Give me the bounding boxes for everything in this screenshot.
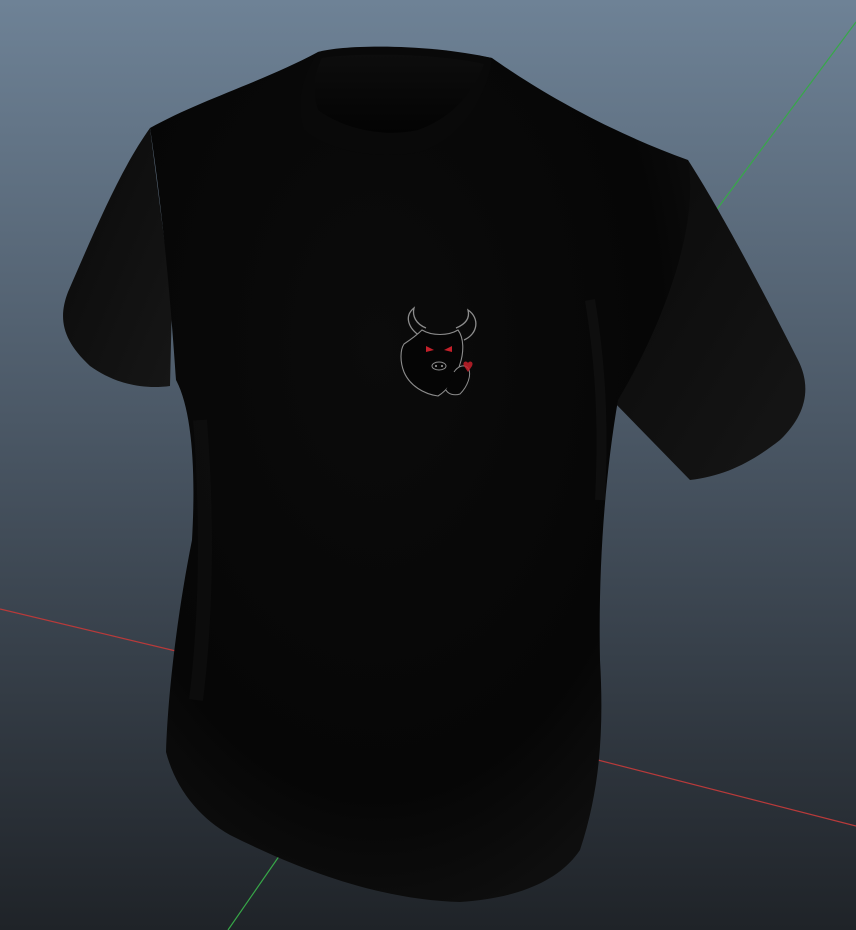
scene-canvas[interactable] — [0, 0, 856, 930]
3d-model-viewport[interactable] — [0, 0, 856, 930]
